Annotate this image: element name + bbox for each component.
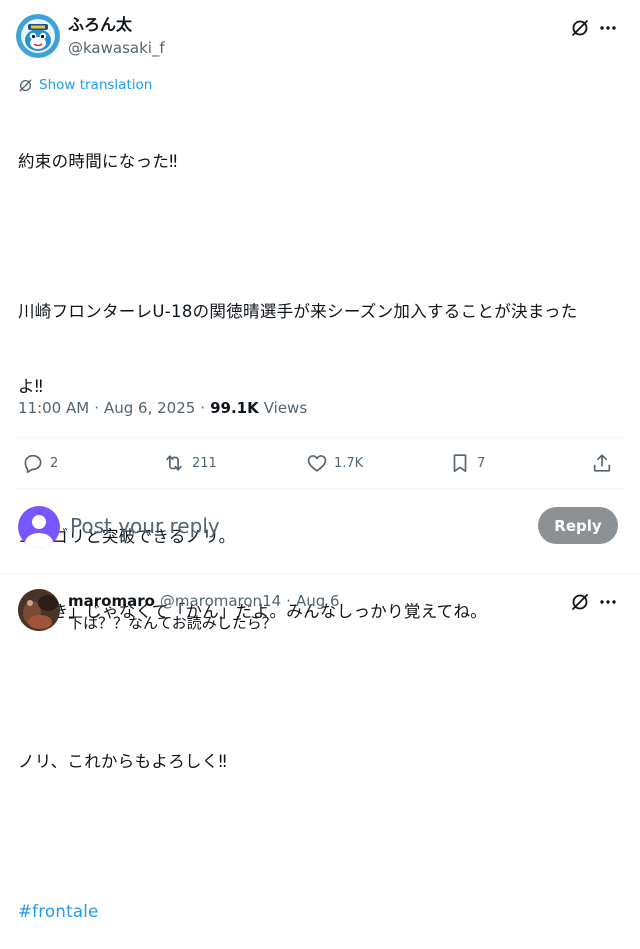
reply-display-name[interactable]: maromaro [68,591,155,611]
author-handle[interactable]: @kawasaki_f [68,38,165,58]
divider [16,488,624,489]
post-line [18,674,624,699]
more-button[interactable] [596,16,620,40]
author-display-name[interactable]: ふろん太 [68,15,132,35]
grok-icon [572,594,588,610]
default-avatar-icon [25,515,53,548]
views-label: Views [263,399,308,417]
reply-action[interactable]: 2 [22,451,58,475]
post-time[interactable]: 11:00 AM [18,398,89,418]
hashtag-link[interactable]: #frontale [18,899,624,924]
share-icon [593,454,611,472]
post-line: ノリ、これからもよろしく‼ [18,752,227,771]
post-date[interactable]: Aug 6, 2025 [104,398,195,418]
reply-input[interactable]: Post your reply [70,512,220,540]
more-icon [600,26,616,30]
more-icon [600,600,616,604]
composer-avatar[interactable] [18,506,60,548]
meta-separator: · [94,399,99,417]
repost-action[interactable]: 211 [162,451,217,475]
like-icon [307,455,327,472]
divider [0,574,640,575]
show-translation-label: Show translation [39,77,153,93]
like-action[interactable]: 1.7K [306,451,363,475]
repost-icon [166,455,182,471]
reply-handle[interactable]: @maromaron14 [160,591,281,611]
repost-count: 211 [192,455,217,471]
show-translation-link[interactable]: Show translation [18,76,152,94]
post-line [18,224,624,249]
post-line: よ‼ [18,377,44,396]
like-count: 1.7K [334,455,364,471]
bookmark-icon [453,454,467,473]
post-line-blank [18,824,624,849]
mascot-avatar-image [16,14,60,58]
post-meta: 11:00 AM · Aug 6, 2025 · 99.1K Views [18,398,307,418]
views-count: 99.1K [210,399,259,417]
reply-grok-button[interactable] [568,590,592,614]
bookmark-action[interactable]: 7 [449,451,485,475]
post-line: 川崎フロンターレU-18の関徳晴選手が来シーズン加入することが決まった [18,302,578,321]
reply-date[interactable]: Aug 6 [296,591,340,611]
reply-count: 2 [50,455,59,471]
reply-icon [24,454,42,473]
divider [16,437,624,438]
translate-icon [19,79,32,91]
grok-button[interactable] [568,16,592,40]
reply-author-avatar[interactable] [18,589,60,631]
post-line: 約束の時間になった‼ [18,152,178,171]
meta-separator: · [286,592,291,610]
share-button[interactable] [590,451,614,475]
reply-avatar-image [18,589,60,631]
bookmark-count: 7 [477,455,486,471]
meta-separator: · [200,399,206,417]
author-avatar[interactable] [16,14,60,58]
reply-button[interactable]: Reply [538,507,618,544]
reply-meta: maromaro @maromaron14 · Aug 6 [68,591,340,611]
reply-more-button[interactable] [596,590,620,614]
grok-icon [572,20,588,36]
reply-text: 下は？？なんてお読みしたら？ [68,614,277,632]
